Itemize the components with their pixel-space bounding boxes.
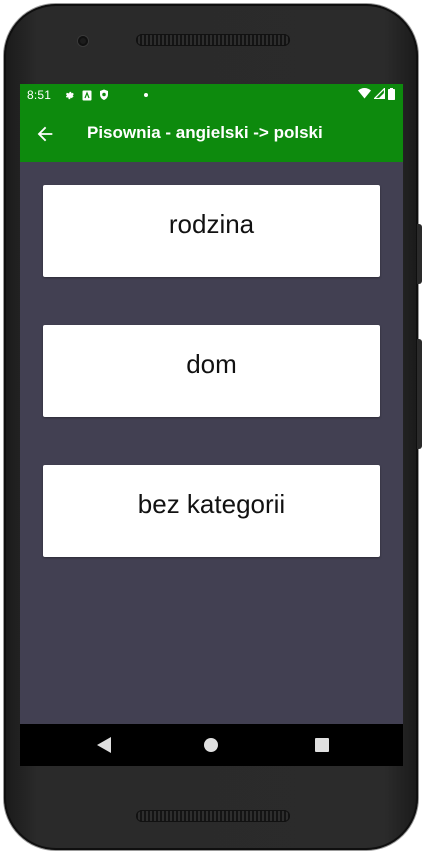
signal-icon xyxy=(372,86,386,102)
shield-icon xyxy=(99,89,109,101)
category-label: rodzina xyxy=(168,208,255,239)
settings-icon xyxy=(64,90,75,101)
top-speaker xyxy=(136,34,290,46)
category-label: bez kategorii xyxy=(137,488,286,519)
status-notification-icons xyxy=(64,87,148,103)
phone-frame: 8:51 Pisownia - angielski -> polski rodz… xyxy=(4,4,422,850)
category-label: dom xyxy=(186,348,237,379)
battery-icon xyxy=(388,87,395,103)
category-list: rodzina dom bez kategorii xyxy=(20,162,403,724)
category-card-dom[interactable]: dom xyxy=(43,325,380,417)
status-system-icons xyxy=(358,86,395,103)
front-camera xyxy=(78,36,88,46)
home-circle-icon[interactable] xyxy=(201,735,221,755)
back-triangle-icon[interactable] xyxy=(94,735,114,755)
navigation-bar xyxy=(20,724,403,766)
category-card-bez-kategorii[interactable]: bez kategorii xyxy=(43,465,380,557)
bottom-speaker xyxy=(136,810,290,822)
sim-icon xyxy=(82,90,92,101)
page-title: Pisownia - angielski -> polski xyxy=(87,123,323,142)
volume-button xyxy=(417,224,422,284)
recents-square-icon[interactable] xyxy=(312,735,332,755)
wifi-icon xyxy=(358,88,371,102)
status-time: 8:51 xyxy=(27,88,52,102)
status-bar: 8:51 xyxy=(20,84,403,106)
app-bar: Pisownia - angielski -> polski xyxy=(20,106,403,162)
power-button xyxy=(417,339,422,449)
dot-icon xyxy=(144,93,148,97)
screen: 8:51 Pisownia - angielski -> polski rodz… xyxy=(20,84,403,766)
category-card-rodzina[interactable]: rodzina xyxy=(43,185,380,277)
arrow-left-icon[interactable] xyxy=(34,123,56,145)
